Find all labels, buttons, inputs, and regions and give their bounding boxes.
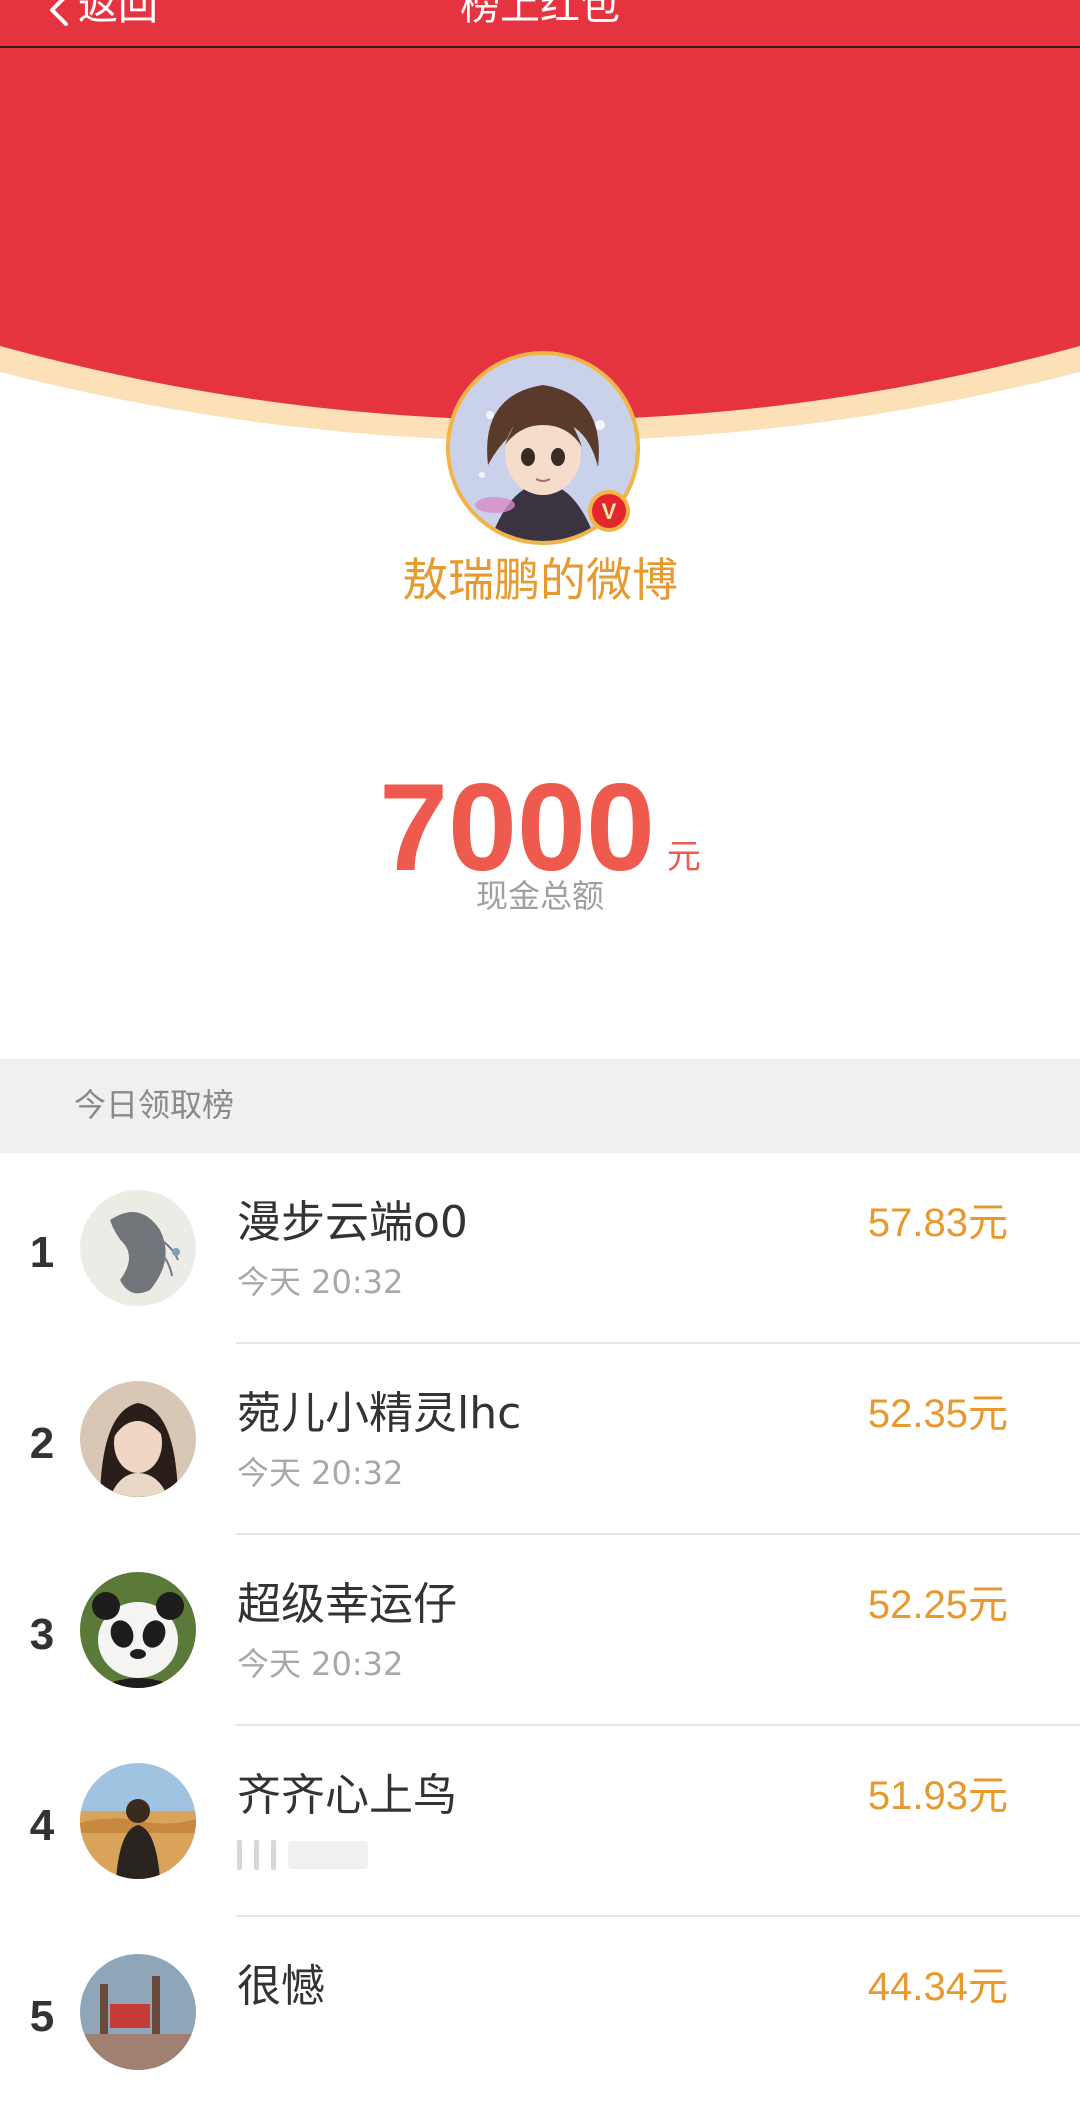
total-amount-unit: 元 <box>666 837 701 877</box>
back-chevron-icon[interactable] <box>40 0 80 30</box>
leaderboard-header: 今日领取榜 <box>0 1059 1080 1153</box>
user-name[interactable]: 漫步云端o0 <box>237 1193 468 1253</box>
claimed-amount: 44.34元 <box>867 1965 1008 2009</box>
rank-number: 3 <box>29 1610 55 1659</box>
verified-v-badge-icon: V <box>588 490 630 532</box>
claimed-amount: 57.83元 <box>867 1201 1008 1245</box>
rank-number: 1 <box>29 1228 55 1277</box>
sender-name[interactable]: 敖瑞鹏的微博 <box>240 548 840 612</box>
total-amount: 7000 元 <box>0 750 1080 890</box>
user-avatar[interactable] <box>80 1954 196 2070</box>
svg-text:V: V <box>602 499 617 524</box>
top-navigation-bar: 返回 榜上红包 <box>0 0 1080 48</box>
leaderboard-title: 今日领取榜 <box>74 1086 235 1124</box>
leaderboard-row[interactable]: 2 菀儿小精灵lhc 今天 20:32 52.35元 <box>0 1344 1080 1535</box>
leaderboard-list: 1 漫步云端o0 今天 20:32 57.83元 2 菀儿小精灵lhc 今天 2… <box>0 1153 1080 2108</box>
claimed-amount: 52.35元 <box>867 1392 1008 1436</box>
user-name[interactable]: 菀儿小精灵lhc <box>237 1384 521 1444</box>
leaderboard-row[interactable]: 1 漫步云端o0 今天 20:32 57.83元 <box>0 1153 1080 1344</box>
user-name[interactable]: 很憾 <box>237 1957 325 2017</box>
claimed-amount: 51.93元 <box>867 1774 1008 1818</box>
rank-number: 2 <box>29 1419 55 1468</box>
sender-avatar-container[interactable]: V <box>446 351 640 545</box>
user-avatar[interactable] <box>80 1763 196 1879</box>
back-button[interactable]: 返回 <box>78 0 158 34</box>
user-avatar[interactable] <box>80 1190 196 1306</box>
leaderboard-row[interactable]: 5 很憾 44.34元 <box>0 1917 1080 2108</box>
rank-number: 5 <box>29 1992 55 2041</box>
rank-number: 4 <box>29 1801 55 1850</box>
total-amount-label: 现金总额 <box>475 877 604 915</box>
claim-time: 今天 20:32 <box>237 1645 404 1683</box>
leaderboard-row[interactable]: 4 齐齐心上鸟 51.93元 <box>0 1726 1080 1917</box>
user-name[interactable]: 齐齐心上鸟 <box>237 1766 457 1826</box>
user-name[interactable]: 超级幸运仔 <box>237 1575 457 1635</box>
redacted-time <box>237 1838 407 1872</box>
leaderboard-row[interactable]: 3 超级幸运仔 今天 20:32 52.25元 <box>0 1535 1080 1726</box>
claim-time: 今天 20:32 <box>237 1454 404 1492</box>
user-avatar[interactable] <box>80 1572 196 1688</box>
user-avatar[interactable] <box>80 1381 196 1497</box>
claim-time: 今天 20:32 <box>237 1263 404 1301</box>
page-title: 榜上红包 <box>460 0 620 29</box>
claimed-amount: 52.25元 <box>867 1583 1008 1627</box>
